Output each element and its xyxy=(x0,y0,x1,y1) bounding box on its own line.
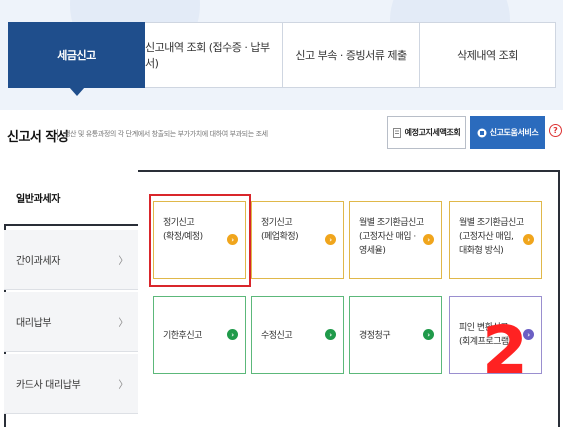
chevron-right-icon: 〉 xyxy=(118,318,128,329)
arrow-right-icon: › xyxy=(227,329,238,340)
step-number-annotation: 2 xyxy=(482,312,528,389)
arrow-right-icon: › xyxy=(423,329,434,340)
menu-simplified-taxpayer[interactable]: 간이과세자 〉 xyxy=(4,230,138,290)
preview-tax-button[interactable]: 예정고지세액조회 xyxy=(387,116,466,149)
section-description: 생산 및 유통과정의 각 단계에서 창출되는 부가가치에 대하여 부과되는 조세 xyxy=(64,130,268,138)
card-label: 월별 조기환급신고 xyxy=(459,218,524,228)
card-regular-closing[interactable]: 정기신고 (폐업확정) › xyxy=(251,201,344,279)
tab-bar: 세금신고 신고내역 조회 (접수증 · 납부서) 신고 부속 · 증빙서류 제출… xyxy=(8,22,556,96)
menu-label: 대리납부 xyxy=(16,318,52,329)
arrow-right-icon: › xyxy=(423,234,434,245)
preview-tax-label: 예정고지세액조회 xyxy=(404,128,461,137)
highlight-box xyxy=(149,194,251,287)
menu-label: 일반과세자 xyxy=(16,193,61,205)
card-label: 월별 조기환급신고 xyxy=(359,218,424,228)
card-label: 정기신고 xyxy=(261,218,293,228)
tab-tax-filing[interactable]: 세금신고 xyxy=(8,22,145,96)
chevron-right-icon: 〉 xyxy=(118,380,128,391)
arrow-right-icon: › xyxy=(325,234,336,245)
document-icon xyxy=(392,127,401,138)
book-icon xyxy=(477,128,487,137)
taxpayer-type-menu: 일반과세자 간이과세자 〉 대리납부 〉 카드사 대리납부 〉 xyxy=(4,170,138,427)
section-divider xyxy=(57,129,58,140)
tab-filing-history[interactable]: 신고내역 조회 (접수증 · 납부서) xyxy=(145,22,283,88)
arrow-right-icon: › xyxy=(523,234,534,245)
tab-attachments[interactable]: 신고 부속 · 증빙서류 제출 xyxy=(283,22,420,88)
filing-guide-button[interactable]: 신고도움서비스 xyxy=(470,116,545,149)
section-title: 신고서 작성 xyxy=(7,130,69,145)
menu-general-taxpayer[interactable]: 일반과세자 xyxy=(4,170,138,226)
card-late-filing[interactable]: 기한후신고 › xyxy=(153,296,246,374)
help-icon[interactable]: ? xyxy=(549,124,562,137)
card-monthly-early-refund-b[interactable]: 월별 조기환급신고 (고정자산 매입, 대화형 방식) › xyxy=(449,201,542,279)
menu-card-proxy-payment[interactable]: 카드사 대리납부 〉 xyxy=(4,354,138,414)
arrow-right-icon: › xyxy=(325,329,336,340)
tab-deleted-history[interactable]: 삭제내역 조회 xyxy=(420,22,556,88)
menu-label: 카드사 대리납부 xyxy=(16,380,81,391)
menu-label: 간이과세자 xyxy=(16,256,61,267)
card-monthly-early-refund-a[interactable]: 월별 조기환급신고 (고정자산 매입 · 영세율) › xyxy=(349,201,442,279)
filing-guide-label: 신고도움서비스 xyxy=(489,128,539,137)
card-correction-claim[interactable]: 경정청구 › xyxy=(349,296,442,374)
card-amended-filing[interactable]: 수정신고 › xyxy=(251,296,344,374)
menu-proxy-payment[interactable]: 대리납부 〉 xyxy=(4,292,138,352)
chevron-right-icon: 〉 xyxy=(118,256,128,267)
